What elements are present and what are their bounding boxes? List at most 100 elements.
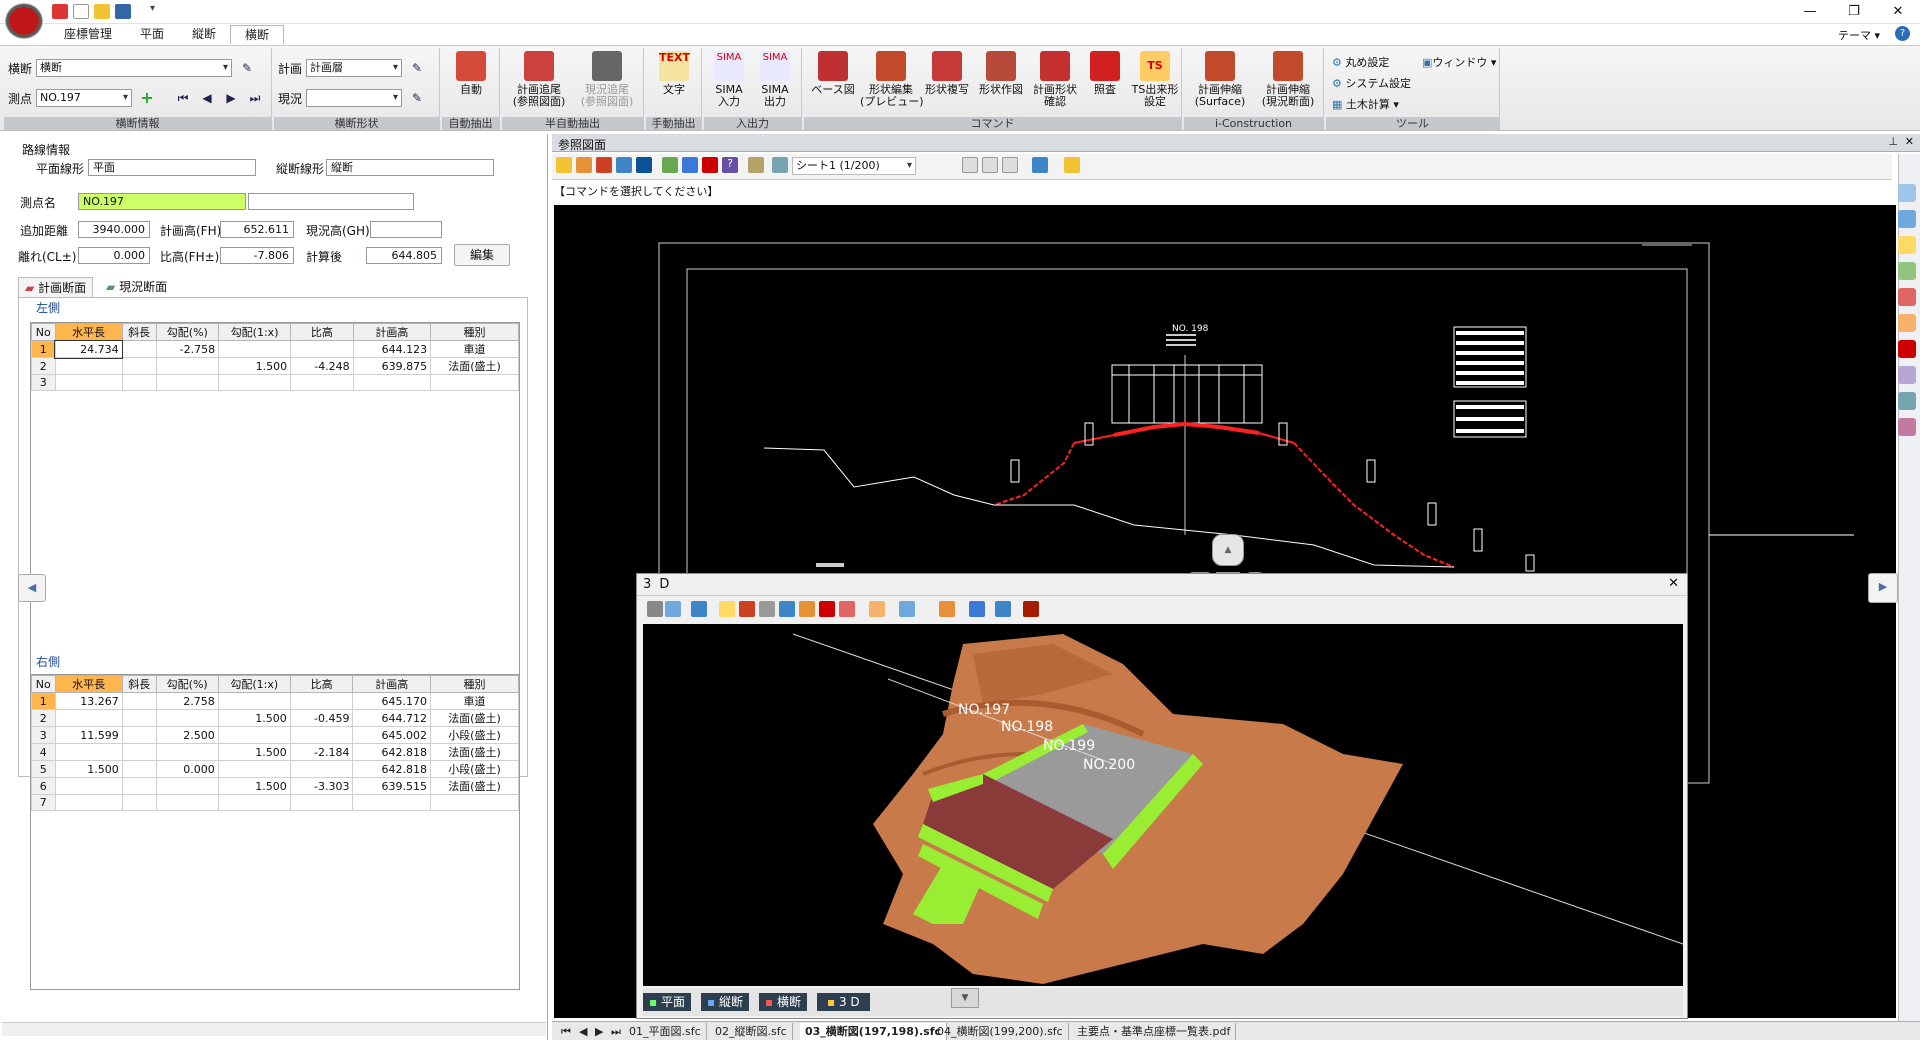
table-cell[interactable]: 法面(盛土) — [429, 777, 520, 795]
table-cell[interactable] — [121, 357, 157, 375]
table-cell[interactable] — [218, 374, 292, 391]
shape-draw-button[interactable]: 形状作図 — [976, 51, 1026, 96]
table-cell[interactable]: 0.000 — [155, 760, 219, 778]
tab-plan[interactable]: 平面 — [126, 25, 178, 44]
3d-light-icon[interactable] — [719, 601, 735, 617]
table-cell[interactable]: 645.170 — [352, 692, 431, 710]
table-cell[interactable] — [290, 340, 354, 358]
plan-check-button[interactable]: 計画形状 確認 — [1028, 51, 1082, 108]
pencil-icon[interactable]: ✎ — [238, 60, 256, 76]
table-cell[interactable]: 1.500 — [217, 743, 291, 761]
sheet-select[interactable]: シート1 (1/200) — [792, 157, 916, 175]
window-cascade-icon[interactable] — [1002, 157, 1018, 173]
side-tool-icon[interactable] — [1898, 314, 1916, 332]
table-cell[interactable]: 3 — [31, 726, 56, 744]
calc-field[interactable]: 644.805 — [366, 247, 442, 264]
column-header[interactable]: 計画高 — [352, 675, 431, 693]
profile-view-icon[interactable] — [682, 157, 698, 173]
table-row[interactable]: 2 1.500 -0.459 644.712 法面(盛土) — [31, 709, 520, 727]
column-header[interactable]: 比高 — [290, 323, 354, 341]
pan-up-button[interactable]: ▲ — [1212, 534, 1244, 566]
table-row[interactable]: 4 1.500 -2.184 642.818 法面(盛土) — [31, 743, 520, 761]
stretch-current-button[interactable]: 計画伸縮 (現況断面) — [1256, 51, 1320, 108]
refresh-icon[interactable] — [616, 157, 632, 173]
tab-profile[interactable]: 縦断 — [178, 25, 230, 44]
tab-cross-section[interactable]: 横断 — [230, 25, 285, 44]
side-tool-icon[interactable] — [1898, 392, 1916, 410]
table-cell[interactable]: -3.303 — [289, 777, 354, 795]
table-row[interactable]: 3 — [31, 374, 519, 391]
view-tab-cross[interactable]: ▪ 横断 — [759, 993, 807, 1011]
file-tab[interactable]: 04_横断図(199,200).sfc — [932, 1023, 1069, 1040]
last-icon[interactable]: ⏭ — [246, 90, 264, 106]
side-tool-icon[interactable] — [1898, 262, 1916, 280]
table-cell[interactable] — [352, 794, 431, 811]
pin-icon[interactable]: ⊥ — [1888, 135, 1898, 148]
left-side-grid[interactable]: No 水平長 斜長 勾配(%) 勾配(1:x) 比高 計画高 種別 1 24.734 -2.758 6… — [31, 323, 519, 391]
table-cell[interactable] — [290, 374, 354, 391]
inspect-button[interactable]: 照査 — [1080, 51, 1130, 96]
text-button[interactable]: TEXT 文字 — [649, 51, 699, 96]
point-name-extra-field[interactable] — [248, 193, 414, 210]
table-cell[interactable]: -2.758 — [155, 340, 220, 358]
table-cell[interactable]: 2 — [31, 357, 56, 375]
side-tool-icon[interactable] — [1898, 340, 1916, 358]
3d-fit-icon[interactable] — [691, 601, 707, 617]
ts-button[interactable]: TS TS出来形 設定 — [1130, 51, 1180, 108]
folder-icon[interactable] — [576, 157, 592, 173]
table-cell[interactable] — [54, 794, 123, 811]
table-cell[interactable] — [54, 709, 123, 727]
right-expand-button[interactable]: ▶ — [1868, 573, 1898, 603]
side-tool-icon[interactable] — [1898, 288, 1916, 306]
current-layer-select[interactable] — [306, 89, 402, 107]
new-file-icon[interactable] — [73, 4, 89, 19]
column-header[interactable]: 水平長 — [54, 323, 123, 341]
auto-button[interactable]: 自動 — [446, 51, 496, 96]
tab-nav-last-icon[interactable]: ⏭ — [606, 1023, 626, 1040]
table-row[interactable]: 2 1.500 -4.248 639.875 法面(盛土) — [31, 357, 519, 375]
table-cell[interactable]: 6 — [31, 777, 56, 795]
view-tab-plan[interactable]: ▪ 平面 — [643, 993, 691, 1011]
column-header[interactable]: 勾配(1:x) — [218, 323, 292, 341]
layer-icon[interactable] — [772, 157, 788, 173]
pencil-icon[interactable]: ✎ — [408, 60, 426, 76]
sima-output-button[interactable]: SIMA SIMA 出力 — [750, 51, 800, 108]
table-cell[interactable]: 小段(盛土) — [429, 726, 520, 744]
sima-input-button[interactable]: SIMA SIMA 入力 — [704, 51, 754, 108]
table-cell[interactable] — [155, 794, 219, 811]
image-icon[interactable] — [748, 157, 764, 173]
table-cell[interactable]: 1.500 — [54, 760, 123, 778]
table-cell[interactable] — [155, 357, 220, 375]
table-cell[interactable] — [217, 794, 291, 811]
3d-frame-icon[interactable] — [779, 601, 795, 617]
open-folder-icon[interactable] — [94, 4, 110, 19]
table-cell[interactable] — [429, 794, 520, 811]
table-row[interactable]: 1 24.734 -2.758 644.123 車道 — [31, 339, 519, 359]
table-cell[interactable]: 1.500 — [217, 709, 291, 727]
offset-field[interactable]: 0.000 — [78, 247, 150, 264]
3d-section-icon[interactable] — [819, 601, 835, 617]
3d-measure-icon[interactable] — [939, 601, 955, 617]
table-cell[interactable] — [121, 692, 157, 710]
select-icon[interactable] — [1064, 157, 1080, 173]
table-cell[interactable]: 11.599 — [54, 726, 123, 744]
column-header[interactable]: 種別 — [430, 323, 519, 341]
first-icon[interactable]: ⏮ — [174, 90, 192, 106]
table-cell[interactable]: 5 — [31, 760, 56, 778]
table-cell[interactable] — [54, 357, 123, 375]
round-setting-button[interactable]: ⚙ 丸め設定 — [1332, 54, 1389, 70]
3d-box-icon[interactable] — [869, 601, 885, 617]
table-cell[interactable]: 1.500 — [218, 357, 292, 375]
side-tool-icon[interactable] — [1898, 184, 1916, 202]
app-logo-icon[interactable] — [6, 4, 42, 38]
save-doc-icon[interactable] — [636, 157, 652, 173]
3d-height-icon[interactable] — [969, 601, 985, 617]
table-cell[interactable]: 小段(盛土) — [429, 760, 520, 778]
tab-plan-section[interactable]: ▰ 計画断面 — [18, 277, 94, 297]
table-cell[interactable] — [289, 726, 354, 744]
table-cell[interactable]: 車道 — [429, 692, 520, 710]
table-cell[interactable] — [121, 743, 157, 761]
close-doc-icon[interactable] — [596, 157, 612, 173]
tab-nav-first-icon[interactable]: ⏮ — [556, 1023, 576, 1040]
theme-menu[interactable]: テーマ ▾ — [1838, 27, 1880, 43]
